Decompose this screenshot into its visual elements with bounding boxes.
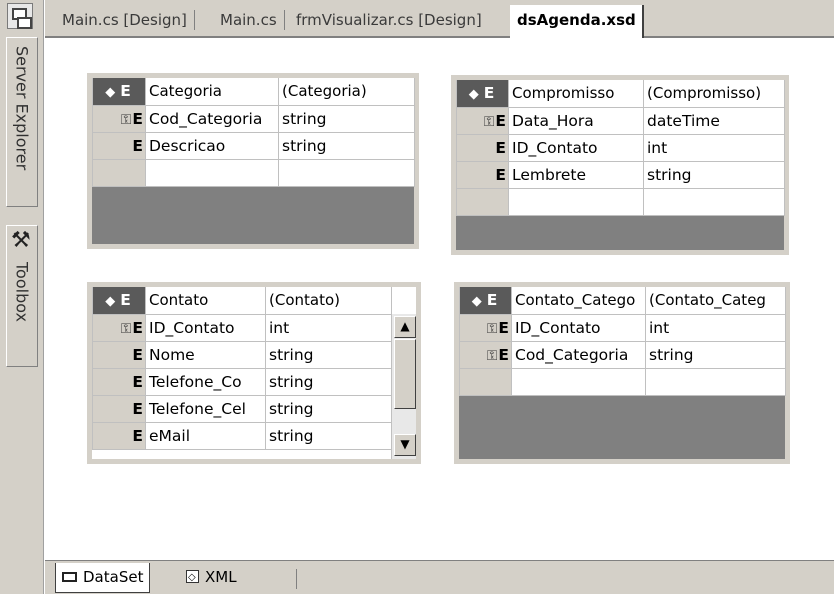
key-icon: ⚿ bbox=[120, 111, 132, 128]
field-name[interactable]: Cod_Categoria bbox=[511, 340, 646, 369]
scrollbar-thumb[interactable] bbox=[394, 339, 416, 409]
field-name[interactable]: Descricao bbox=[145, 131, 279, 160]
table-row-empty[interactable] bbox=[459, 367, 786, 396]
xml-icon bbox=[186, 564, 199, 592]
field-name[interactable]: ID_Contato bbox=[511, 313, 646, 342]
table-name[interactable]: Compromisso bbox=[508, 80, 644, 108]
tab-main-cs-design[interactable]: Main.cs [Design] bbox=[62, 8, 195, 34]
tab-frmvisualizar-design[interactable]: frmVisualizar.cs [Design] bbox=[296, 8, 482, 34]
key-icon: ⚿ bbox=[486, 347, 498, 364]
table-row-empty[interactable] bbox=[92, 158, 415, 187]
tab-dataset[interactable]: DataSet bbox=[55, 563, 151, 593]
field-type[interactable]: int bbox=[643, 133, 785, 162]
server-explorer-label: Server Explorer bbox=[12, 46, 32, 171]
tab-xml[interactable]: XML bbox=[180, 563, 243, 593]
table-row[interactable]: E ID_Contato int bbox=[456, 133, 785, 162]
field-name[interactable]: Cod_Categoria bbox=[145, 104, 279, 133]
table-type[interactable]: (Contato) bbox=[265, 287, 392, 315]
field-type[interactable]: string bbox=[265, 367, 392, 396]
field-name[interactable]: Lembrete bbox=[508, 160, 644, 189]
table-compromisso[interactable]: ◆ E Compromisso (Compromisso) ⚿E Data_Hor… bbox=[451, 75, 789, 255]
vertical-scrollbar[interactable]: ▲ ▼ bbox=[391, 314, 416, 459]
table-name[interactable]: Contato_Catego bbox=[511, 287, 646, 315]
scroll-up-arrow-icon[interactable]: ▲ bbox=[394, 316, 416, 338]
table-row[interactable]: E Nome string bbox=[92, 340, 392, 369]
field-name[interactable]: Telefone_Co bbox=[145, 367, 266, 396]
server-explorer-icon[interactable] bbox=[7, 3, 33, 29]
toolbox-label: Toolbox bbox=[12, 262, 32, 322]
field-name[interactable]: ID_Contato bbox=[508, 133, 644, 162]
field-name[interactable]: Telefone_Cel bbox=[145, 394, 266, 423]
dataset-icon bbox=[62, 571, 77, 582]
table-name[interactable]: Categoria bbox=[145, 78, 279, 106]
element-header-icon: ◆ E bbox=[92, 78, 146, 106]
element-header-icon: ◆ E bbox=[459, 287, 512, 315]
table-contato[interactable]: ◆ E Contato (Contato) ⚿E ID_Contato int E… bbox=[87, 282, 421, 464]
diamond-icon: ◆ bbox=[471, 294, 482, 310]
scroll-down-arrow-icon[interactable]: ▼ bbox=[394, 434, 416, 456]
table-row-empty[interactable] bbox=[456, 187, 785, 216]
table-compromisso-grid: ◆ E Compromisso (Compromisso) ⚿E Data_Hor… bbox=[456, 80, 785, 216]
document-tab-strip: Main.cs [Design] Main.cs frmVisualizar.c… bbox=[45, 0, 834, 38]
table-contato-grid: ◆ E Contato (Contato) ⚿E ID_Contato int E… bbox=[92, 287, 392, 450]
table-categoria-grid: ◆ E Categoria (Categoria) ⚿E Cod_Categori… bbox=[92, 78, 415, 187]
field-type[interactable]: dateTime bbox=[643, 106, 785, 135]
table-row[interactable]: ⚿E ID_Contato int bbox=[92, 313, 392, 342]
key-icon: ⚿ bbox=[483, 113, 495, 130]
server-explorer-tab[interactable]: Server Explorer bbox=[6, 37, 38, 207]
tab-separator bbox=[296, 569, 297, 589]
table-row[interactable]: E eMail string bbox=[92, 421, 392, 450]
element-header-icon: ◆ E bbox=[456, 80, 509, 108]
field-type[interactable]: string bbox=[645, 340, 786, 369]
left-toolwindow-bar: Server Explorer ⚒ Toolbox bbox=[0, 0, 44, 594]
table-type[interactable]: (Compromisso) bbox=[643, 80, 785, 108]
field-name[interactable]: Data_Hora bbox=[508, 106, 644, 135]
tab-main-cs[interactable]: Main.cs bbox=[220, 8, 285, 34]
table-row[interactable]: ⚿E ID_Contato int bbox=[459, 313, 786, 342]
tab-dsagenda-xsd[interactable]: dsAgenda.xsd bbox=[510, 5, 644, 38]
field-type[interactable]: string bbox=[278, 131, 415, 160]
table-row[interactable]: E Telefone_Cel string bbox=[92, 394, 392, 423]
table-row[interactable]: ⚿E Cod_Categoria string bbox=[92, 104, 415, 133]
field-type[interactable]: string bbox=[643, 160, 785, 189]
toolbox-hammer-icon: ⚒ bbox=[11, 228, 31, 253]
field-type[interactable]: string bbox=[265, 421, 392, 450]
toolbox-tab[interactable]: ⚒ Toolbox bbox=[6, 225, 38, 367]
diamond-icon: ◆ bbox=[105, 294, 116, 310]
table-type[interactable]: (Contato_Categ bbox=[645, 287, 786, 315]
field-type[interactable]: string bbox=[278, 104, 415, 133]
table-row[interactable]: E Descricao string bbox=[92, 131, 415, 160]
diamond-icon: ◆ bbox=[105, 85, 116, 101]
field-type[interactable]: string bbox=[265, 340, 392, 369]
field-type[interactable]: int bbox=[645, 313, 786, 342]
table-row[interactable]: ⚿E Cod_Categoria string bbox=[459, 340, 786, 369]
field-name[interactable]: Nome bbox=[145, 340, 266, 369]
table-categoria[interactable]: ◆ E Categoria (Categoria) ⚿E Cod_Categori… bbox=[87, 73, 419, 249]
field-name[interactable]: ID_Contato bbox=[145, 313, 266, 342]
table-name[interactable]: Contato bbox=[145, 287, 266, 315]
element-header-icon: ◆ E bbox=[92, 287, 146, 315]
field-type[interactable]: int bbox=[265, 313, 392, 342]
field-name[interactable]: eMail bbox=[145, 421, 266, 450]
field-type[interactable]: string bbox=[265, 394, 392, 423]
view-tab-strip: DataSet XML bbox=[45, 560, 834, 594]
key-icon: ⚿ bbox=[486, 320, 498, 337]
table-row[interactable]: E Telefone_Co string bbox=[92, 367, 392, 396]
table-row[interactable]: ⚿E Data_Hora dateTime bbox=[456, 106, 785, 135]
xsd-design-surface[interactable]: ◆ E Categoria (Categoria) ⚿E Cod_Categori… bbox=[45, 38, 834, 560]
key-icon: ⚿ bbox=[120, 320, 132, 337]
table-contato-categoria-grid: ◆ E Contato_Catego (Contato_Categ ⚿E ID_C… bbox=[459, 287, 786, 396]
table-row[interactable]: E Lembrete string bbox=[456, 160, 785, 189]
diamond-icon: ◆ bbox=[468, 87, 479, 103]
table-contato-categoria[interactable]: ◆ E Contato_Catego (Contato_Categ ⚿E ID_C… bbox=[454, 282, 790, 464]
table-type[interactable]: (Categoria) bbox=[278, 78, 415, 106]
